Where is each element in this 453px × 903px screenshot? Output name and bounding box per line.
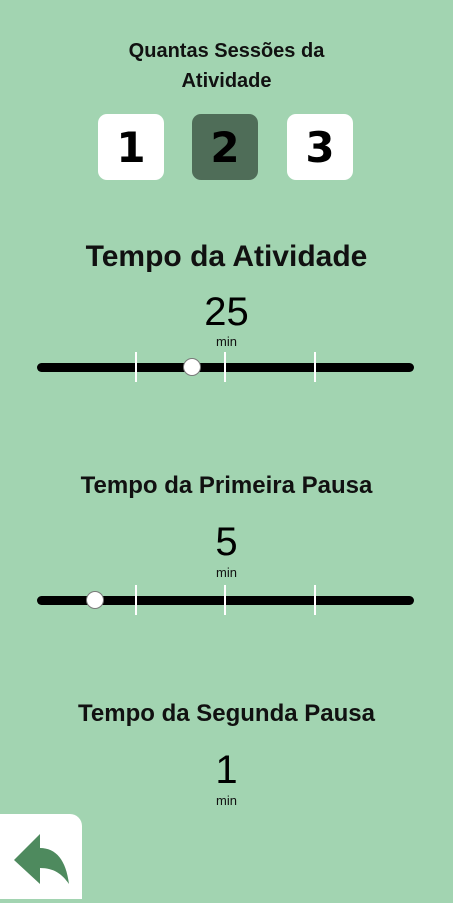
sessions-title-line2: Atividade bbox=[181, 70, 272, 92]
session-option-1[interactable]: 1 bbox=[98, 114, 164, 180]
slider-thumb[interactable] bbox=[182, 358, 201, 376]
activity-time-slider[interactable] bbox=[37, 352, 414, 382]
first-pause-unit: min bbox=[216, 565, 237, 580]
session-option-2[interactable]: 2 bbox=[192, 114, 258, 180]
first-pause-slider[interactable] bbox=[37, 585, 414, 615]
second-pause-value: 1 bbox=[215, 748, 238, 792]
sessions-title-line1: Quantas Sessões da bbox=[128, 40, 325, 62]
second-pause-unit: min bbox=[216, 793, 237, 808]
first-pause-title: Tempo da Primeira Pausa bbox=[80, 472, 373, 499]
slider-tick bbox=[135, 585, 137, 615]
activity-time-value: 25 bbox=[204, 290, 249, 334]
activity-time-unit: min bbox=[216, 334, 237, 349]
second-pause-title: Tempo da Segunda Pausa bbox=[78, 700, 375, 727]
slider-tick bbox=[224, 585, 226, 615]
back-button[interactable] bbox=[0, 814, 82, 899]
slider-tick bbox=[224, 352, 226, 382]
slider-thumb[interactable] bbox=[86, 591, 105, 609]
activity-time-title: Tempo da Atividade bbox=[85, 240, 368, 273]
slider-tick bbox=[314, 352, 316, 382]
first-pause-value: 5 bbox=[215, 520, 238, 564]
slider-tick bbox=[314, 585, 316, 615]
back-arrow-icon bbox=[14, 834, 69, 884]
slider-tick bbox=[135, 352, 137, 382]
session-option-3[interactable]: 3 bbox=[287, 114, 353, 180]
sessions-title: Quantas Sessões da Atividade bbox=[0, 36, 453, 96]
